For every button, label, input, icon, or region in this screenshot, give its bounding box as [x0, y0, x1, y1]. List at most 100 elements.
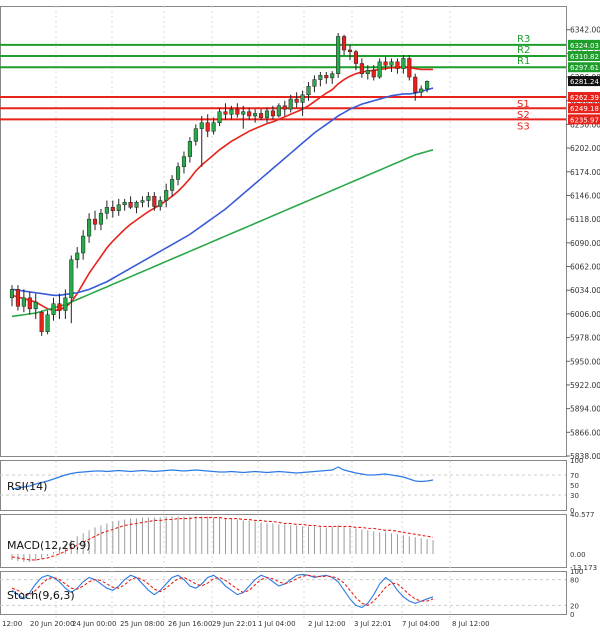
candle — [407, 55, 412, 81]
candle-body — [276, 105, 281, 117]
candle-body — [92, 218, 98, 225]
candle-body — [193, 128, 198, 142]
candle-body — [223, 111, 228, 115]
level-price-text: 6310.82 — [570, 53, 599, 61]
price-tick-label: 6034.00 — [570, 286, 600, 295]
level-price-text: 6235.97 — [570, 116, 599, 124]
candle-body — [294, 98, 299, 103]
price-tick-label: 6118.00 — [570, 215, 600, 224]
candle-body — [175, 166, 181, 180]
level-label-r1: R1 — [517, 56, 530, 67]
price-tick-label: 6202.00 — [570, 144, 600, 153]
candle-body — [9, 289, 15, 299]
candle-body — [347, 49, 353, 52]
candle-body — [181, 156, 187, 167]
candle-body — [122, 201, 127, 206]
candle — [336, 33, 341, 78]
candle-body — [170, 179, 175, 191]
last-price-text: 6281.24 — [570, 78, 599, 86]
candle-body — [140, 200, 145, 203]
candle-body — [116, 204, 121, 211]
level-price-text: 6297.61 — [570, 64, 599, 72]
price-tick-label: 6174.00 — [570, 168, 600, 177]
candle-body — [15, 289, 20, 307]
candle-body — [39, 311, 44, 332]
candle-body — [75, 252, 80, 261]
price-tick-label: 5950.00 — [570, 357, 600, 366]
candle-body — [377, 61, 382, 78]
candle-body — [81, 235, 86, 254]
time-tick-label: 26 Jun 16:00 — [168, 620, 212, 628]
stoch-tick-label: 100 — [570, 568, 583, 576]
macd-tick-label: 40.577 — [570, 511, 595, 519]
level-label-r3: R3 — [517, 34, 530, 45]
candle-body — [199, 122, 204, 129]
time-tick-label: 20 Jun 20:00 — [30, 620, 74, 628]
rsi-tick-label: 100 — [570, 457, 583, 465]
rsi-tick-label: 50 — [570, 482, 579, 490]
candle-body — [425, 81, 430, 90]
candle-body — [365, 70, 370, 74]
candle-body — [264, 110, 270, 118]
candle-body — [253, 113, 258, 117]
candle-body — [164, 190, 169, 201]
candle-body — [413, 76, 418, 93]
price-tick-label: 5866.00 — [570, 428, 600, 437]
candle-body — [152, 196, 157, 207]
candle-body — [128, 201, 133, 208]
trading-chart: 6342.006314.006286.006258.006230.006202.… — [0, 0, 600, 631]
candle-body — [383, 61, 388, 66]
time-tick-label: 3 Jul 22:01 — [354, 620, 392, 628]
candle-body — [63, 297, 68, 311]
candle-body — [241, 111, 246, 115]
candle-body — [69, 259, 74, 299]
time-tick-label: 8 Jul 12:00 — [452, 620, 490, 628]
candle-body — [33, 301, 38, 310]
chart-canvas: 6342.006314.006286.006258.006230.006202.… — [0, 0, 600, 631]
level-label-s3: S3 — [517, 121, 530, 132]
price-tick-label: 5894.00 — [570, 405, 600, 414]
candle-body — [401, 58, 406, 69]
candle-body — [205, 122, 210, 132]
price-tick-label: 6090.00 — [570, 239, 600, 248]
stoch-tick-label: 80 — [570, 577, 579, 585]
candle-body — [359, 63, 364, 74]
price-tick-label: 6006.00 — [570, 310, 600, 319]
price-tick-label: 6062.00 — [570, 263, 600, 272]
candle-body — [288, 98, 293, 110]
candle-body — [211, 122, 216, 132]
candle-body — [312, 79, 317, 87]
price-tick-label: 6146.00 — [570, 191, 600, 200]
stoch-tick-label: 0 — [570, 611, 574, 619]
candle-body — [235, 108, 240, 115]
macd-label: MACD(12,26,9) — [7, 539, 91, 552]
price-tick-label: 6342.00 — [570, 26, 600, 35]
candle-body — [306, 86, 311, 96]
rsi-label: RSI(14) — [7, 480, 47, 493]
time-tick-label: 29 Jun 22:01 — [212, 620, 256, 628]
stoch-tick-label: 20 — [570, 602, 579, 610]
candle-body — [247, 111, 252, 117]
candle-body — [21, 297, 26, 307]
rsi-tick-label: 30 — [570, 492, 579, 500]
time-tick-label: 2 Jul 12:00 — [308, 620, 346, 628]
candle-body — [229, 108, 234, 115]
candle-body — [104, 207, 109, 214]
price-tick-label: 5978.00 — [570, 334, 600, 343]
candle-body — [389, 61, 394, 66]
rsi-tick-label: 70 — [570, 472, 579, 480]
level-price-text: 6324.03 — [570, 42, 599, 50]
candle-body — [158, 200, 163, 207]
level-price-text: 6249.18 — [570, 105, 599, 113]
candle-body — [134, 201, 139, 208]
price-tick-label: 5922.00 — [570, 381, 600, 390]
candle-body — [330, 73, 335, 79]
candle-body — [371, 70, 376, 78]
candle-body — [395, 61, 400, 69]
candle-body — [87, 218, 92, 237]
level-label-r2: R2 — [517, 45, 530, 56]
candle-body — [27, 297, 32, 310]
candle-body — [57, 303, 62, 311]
time-tick-label: 25 Jun 08:00 — [120, 620, 164, 628]
candle-body — [342, 36, 347, 51]
